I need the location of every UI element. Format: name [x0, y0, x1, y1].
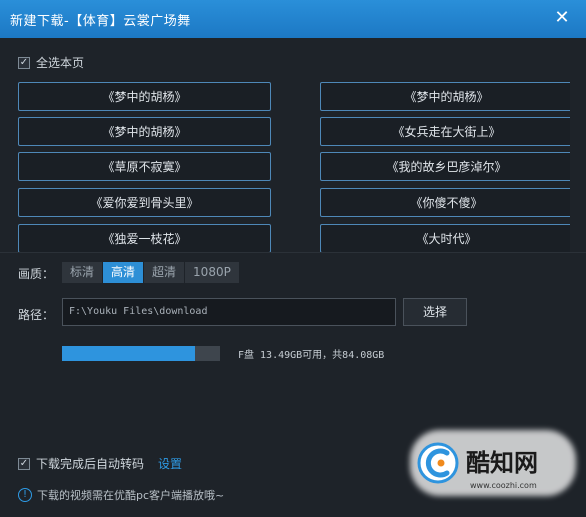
quality-option-1080p[interactable]: 1080P [185, 262, 239, 283]
disk-space-info: F盘 13.49GB可用，共84.08GB [238, 350, 385, 361]
notice-text: 下载的视频需在优酷pc客户端播放哦~ [37, 489, 225, 502]
divider [0, 252, 586, 253]
select-all-checkbox[interactable]: ✓ 全选本页 [18, 54, 84, 71]
quality-label: 画质： [18, 267, 55, 281]
window-title: 新建下载-【体育】云裳广场舞 [10, 13, 191, 29]
title-bar: 新建下载-【体育】云裳广场舞 ✕ [0, 0, 586, 38]
song-item[interactable]: 《大时代》 [320, 224, 570, 252]
quality-option-sd[interactable]: 标清 [62, 262, 103, 283]
svg-text:酷知网: 酷知网 [466, 449, 538, 477]
song-item[interactable]: 《梦中的胡杨》 [18, 117, 271, 146]
song-list: 《梦中的胡杨》 《梦中的胡杨》 《梦中的胡杨》 《女兵走在大街上》 《草原不寂寞… [18, 82, 570, 252]
info-icon: ! [18, 488, 32, 502]
song-item[interactable]: 《独爱一枝花》 [18, 224, 271, 252]
song-item[interactable]: 《爱你爱到骨头里》 [18, 188, 271, 217]
path-input[interactable]: F:\Youku Files\download [62, 298, 396, 326]
checkbox-checked-icon[interactable]: ✓ [18, 457, 30, 470]
song-item[interactable]: 《我的故乡巴彦淖尔》 [320, 152, 570, 181]
disk-usage-bar [62, 346, 220, 361]
choose-button[interactable]: 选择 [403, 298, 467, 326]
song-item[interactable]: 《梦中的胡杨》 [320, 82, 570, 111]
svg-text:www.coozhi.com: www.coozhi.com [470, 481, 537, 490]
quality-option-super[interactable]: 超清 [144, 262, 185, 283]
path-label: 路径： [18, 308, 55, 322]
quality-selector: 标清 高清 超清 1080P [62, 262, 240, 283]
checkbox-checked-icon[interactable]: ✓ [18, 56, 30, 69]
watermark-logo: 酷知网 www.coozhi.com [410, 430, 576, 496]
disk-usage-fill [62, 346, 195, 361]
auto-transcode-label: 下载完成后自动转码 [36, 457, 145, 471]
song-item[interactable]: 《女兵走在大街上》 [320, 117, 570, 146]
song-item[interactable]: 《草原不寂寞》 [18, 152, 271, 181]
quality-option-hd[interactable]: 高清 [103, 262, 144, 283]
select-all-label: 全选本页 [36, 56, 85, 70]
close-icon[interactable]: ✕ [552, 8, 572, 28]
notice: ! 下载的视频需在优酷pc客户端播放哦~ [18, 487, 224, 503]
song-item[interactable]: 《梦中的胡杨》 [18, 82, 271, 111]
auto-transcode-checkbox[interactable]: ✓ 下载完成后自动转码 设置 [18, 455, 182, 472]
song-item[interactable]: 《你傻不傻》 [320, 188, 570, 217]
settings-link[interactable]: 设置 [158, 455, 182, 472]
